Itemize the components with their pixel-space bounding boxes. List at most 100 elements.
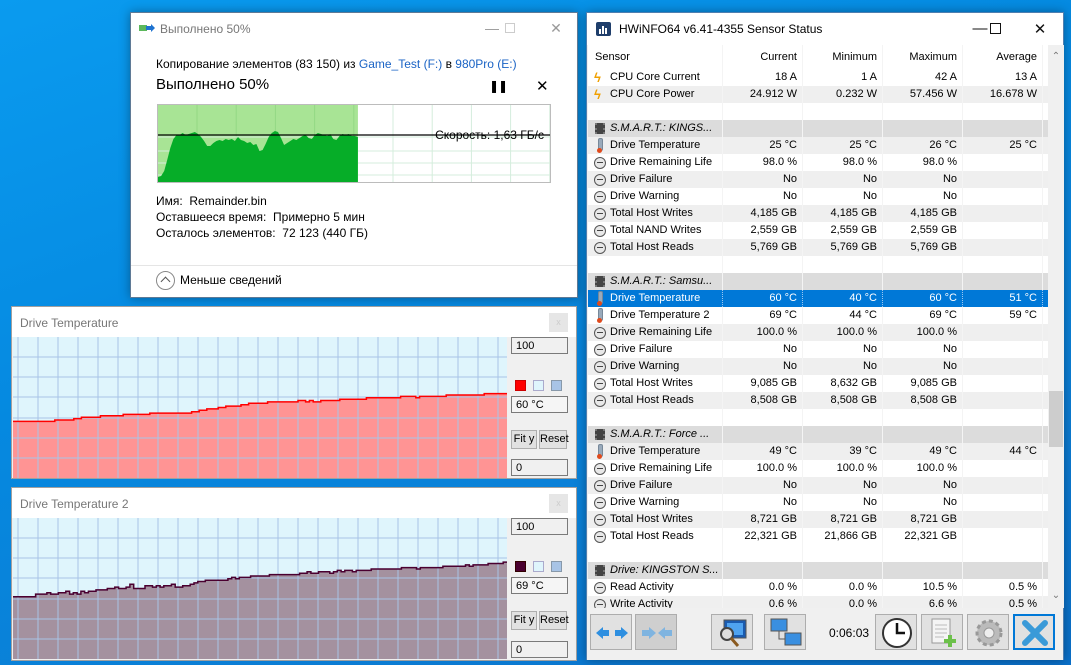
scrollbar-thumb[interactable] xyxy=(1049,391,1063,447)
sensor-row[interactable]: Read Activity 0.0 % 0.0 % 10.5 % 0.5 % xyxy=(588,579,1048,596)
close-button[interactable]: ✕ xyxy=(1025,20,1055,38)
sensor-group-row[interactable]: S.M.A.R.T.: Force ... xyxy=(588,426,1048,443)
scroll-up-arrow-icon[interactable]: ⌃ xyxy=(1048,49,1064,65)
sensor-row[interactable]: Drive Temperature 49 °C 39 °C 49 °C 44 °C xyxy=(588,443,1048,460)
sensor-row[interactable]: Total Host Writes 4,185 GB 4,185 GB 4,185 G… xyxy=(588,205,1048,222)
sensor-row[interactable]: ϟ CPU Core Current 18 A1 A 42 A 13 A xyxy=(588,69,1048,86)
scroll-down-arrow-icon[interactable]: ⌄ xyxy=(1048,588,1064,604)
column-header-maximum[interactable]: Maximum xyxy=(883,45,963,69)
maximize-icon xyxy=(505,23,515,33)
fit-y-button[interactable]: Fit y xyxy=(511,611,537,630)
sensor-value-max: No xyxy=(883,358,963,375)
sensor-row[interactable]: Drive Warning No No No xyxy=(588,358,1048,375)
graph-titlebar[interactable]: Drive Temperature x xyxy=(12,307,576,337)
gauge-icon xyxy=(594,599,606,608)
sensor-row[interactable]: Total Host Reads 5,769 GB 5,769 GB 5,769 GB xyxy=(588,239,1048,256)
grid-color-swatch[interactable] xyxy=(551,380,562,391)
sensor-name: Drive Failure xyxy=(588,341,723,358)
graph-titlebar[interactable]: Drive Temperature 2 x xyxy=(12,488,576,518)
sensor-name-label: Drive Temperature 2 xyxy=(610,309,710,321)
gauge-icon xyxy=(594,480,606,492)
sensor-group-row[interactable]: Drive: KINGSTON S... xyxy=(588,562,1048,579)
sensor-row[interactable]: Drive Warning No No No xyxy=(588,494,1048,511)
cancel-button[interactable]: ✕ xyxy=(536,77,549,95)
sensor-row[interactable]: Drive Remaining Life 100.0 % 100.0 % 100.0 … xyxy=(588,324,1048,341)
clock-button[interactable] xyxy=(875,614,917,650)
pause-button[interactable]: ❚❚ xyxy=(489,79,508,93)
sensor-row[interactable]: Drive Failure No No No xyxy=(588,171,1048,188)
sensor-row[interactable]: Drive Remaining Life 98.0 % 98.0 % 98.0 % xyxy=(588,154,1048,171)
network-button[interactable] xyxy=(764,614,806,650)
maximize-icon xyxy=(989,23,1001,34)
reset-button[interactable]: Reset xyxy=(539,430,569,449)
maximize-button[interactable] xyxy=(495,19,525,39)
line-color-swatch[interactable] xyxy=(515,380,526,391)
sensor-row[interactable]: Drive Remaining Life 100.0 % 100.0 % 100.0 … xyxy=(588,460,1048,477)
background-color-swatch[interactable] xyxy=(533,561,544,572)
hwinfo-app-icon xyxy=(596,22,611,36)
items-remaining-row: Осталось элементов: 72 123 (440 ГБ) xyxy=(156,226,368,240)
sensor-rows: ϟ CPU Core Current 18 A1 A 42 A 13 A ϟ CPU Cor… xyxy=(588,69,1048,608)
sensor-name: Drive Temperature xyxy=(588,137,723,154)
line-color-swatch[interactable] xyxy=(515,561,526,572)
column-header-average[interactable]: Average xyxy=(963,45,1043,69)
graph-close-button[interactable]: x xyxy=(549,494,568,513)
sensor-row[interactable]: ϟ CPU Core Power 24.912 W 0.232 W 57.456 W 16… xyxy=(588,86,1048,103)
sensor-value-max xyxy=(883,256,963,273)
column-header-current[interactable]: Current xyxy=(723,45,803,69)
graph-close-button[interactable]: x xyxy=(549,313,568,332)
sensor-value-avg xyxy=(963,103,1043,120)
graph-min-field[interactable]: 0 xyxy=(511,641,568,658)
close-sensors-button[interactable] xyxy=(1013,614,1055,650)
sensor-row[interactable]: Total Host Reads 22,321 GB 21,866 GB 22,321… xyxy=(588,528,1048,545)
sensor-search-icon xyxy=(720,619,747,647)
sensor-row[interactable]: Total Host Reads 8,508 GB 8,508 GB 8,508 GB xyxy=(588,392,1048,409)
time-remaining-value: Примерно 5 мин xyxy=(273,210,365,224)
sensor-value-cur: 24.912 W xyxy=(723,86,803,103)
sensor-row[interactable]: Total Host Writes 8,721 GB 8,721 GB 8,721 G… xyxy=(588,511,1048,528)
column-header-minimum[interactable]: Minimum xyxy=(803,45,883,69)
sensor-row[interactable]: Total Host Writes 9,085 GB 8,632 GB 9,085 G… xyxy=(588,375,1048,392)
sensor-group-row[interactable]: S.M.A.R.T.: Samsu... xyxy=(588,273,1048,290)
sensor-row[interactable]: Drive Temperature 60 °C 40 °C 60 °C 51 °C xyxy=(588,290,1048,307)
column-header-sensor[interactable]: Sensor xyxy=(588,45,723,69)
hwinfo-titlebar[interactable]: HWiNFO64 v6.41-4355 Sensor Status — ✕ xyxy=(587,13,1063,45)
grid-color-swatch[interactable] xyxy=(551,561,562,572)
sensor-value-cur: 8,721 GB xyxy=(723,511,803,528)
sensor-row[interactable]: Drive Temperature 2 69 °C 44 °C 69 °C 59 °C xyxy=(588,307,1048,324)
collapse-button[interactable] xyxy=(635,614,677,650)
sensor-value-cur xyxy=(723,562,803,579)
vertical-scrollbar[interactable]: ⌃ ⌄ xyxy=(1048,45,1064,608)
sensor-row[interactable]: Drive Failure No No No xyxy=(588,477,1048,494)
close-button[interactable]: ✕ xyxy=(541,19,571,39)
copy-description-prefix: Копирование элементов (83 150) из xyxy=(156,57,359,71)
copy-description: Копирование элементов (83 150) из Game_T… xyxy=(156,57,517,71)
maximize-button[interactable] xyxy=(980,20,1010,38)
sensor-name xyxy=(588,256,723,273)
settings-button[interactable] xyxy=(967,614,1009,650)
graph-min-field[interactable]: 0 xyxy=(511,459,568,476)
thermometer-icon xyxy=(597,291,603,306)
sensor-row[interactable]: Write Activity 0.6 % 0.0 % 6.6 % 0.5 % xyxy=(588,596,1048,608)
sensor-search-button[interactable] xyxy=(711,614,753,650)
report-button[interactable] xyxy=(921,614,963,650)
source-link[interactable]: Game_Test (F:) xyxy=(359,57,442,71)
sensor-value-min: No xyxy=(803,358,883,375)
copy-dialog-titlebar[interactable]: Выполнено 50% — ✕ xyxy=(131,13,577,43)
hwinfo-sensor-window: HWiNFO64 v6.41-4355 Sensor Status — ✕ Se… xyxy=(586,12,1064,660)
graph-max-field[interactable]: 100 xyxy=(511,518,568,535)
sensor-row[interactable]: Drive Warning No No No xyxy=(588,188,1048,205)
fit-y-button[interactable]: Fit y xyxy=(511,430,537,449)
sensor-row[interactable]: Total NAND Writes 2,559 GB 2,559 GB 2,559 G… xyxy=(588,222,1048,239)
reset-button[interactable]: Reset xyxy=(539,611,569,630)
sensor-value-cur: No xyxy=(723,341,803,358)
sensor-row[interactable]: Drive Temperature 25 °C 25 °C 26 °C 25 °C xyxy=(588,137,1048,154)
sensor-row[interactable]: Drive Failure No No No xyxy=(588,341,1048,358)
destination-link[interactable]: 980Pro (E:) xyxy=(455,57,516,71)
expand-button[interactable] xyxy=(590,614,632,650)
sensor-group-row[interactable]: S.M.A.R.T.: KINGS... xyxy=(588,120,1048,137)
less-details-button[interactable]: Меньше сведений xyxy=(156,269,282,291)
graph-max-field[interactable]: 100 xyxy=(511,337,568,354)
gauge-icon xyxy=(594,361,606,373)
background-color-swatch[interactable] xyxy=(533,380,544,391)
